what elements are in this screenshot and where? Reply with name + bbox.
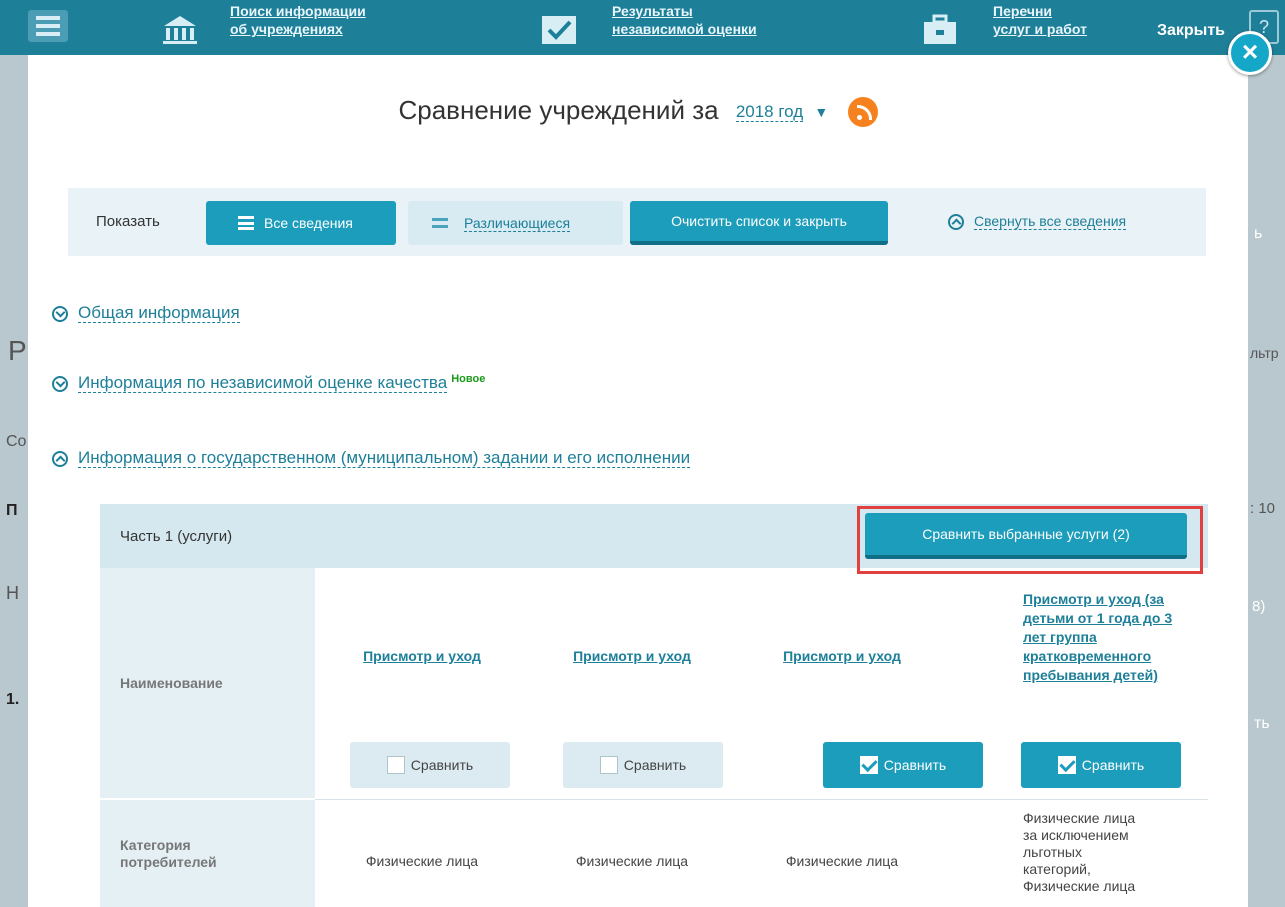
category-cell: Физические лица — [575, 853, 689, 869]
part-title: Часть 1 (услуги) — [120, 528, 233, 545]
background-text: ь — [1254, 225, 1263, 242]
table-row: Категория потребителей Физические лица Ф… — [100, 800, 1208, 907]
new-badge: Новое — [451, 373, 486, 385]
row-label: Категория потребителей — [100, 800, 315, 907]
background-text: : 10 — [1250, 500, 1276, 517]
background-text: 1. — [6, 691, 20, 708]
background-text: 8) — [1252, 598, 1266, 615]
section-independent-assessment[interactable]: Информация по независимой оценке качеств… — [52, 373, 485, 393]
chevron-down-circle-icon — [52, 305, 68, 322]
briefcase-icon — [920, 14, 960, 46]
compare-toggle[interactable]: Сравнить — [563, 742, 723, 788]
differing-button[interactable]: Различающиеся — [408, 201, 623, 245]
rss-icon[interactable] — [847, 97, 878, 128]
part-header: Часть 1 (услуги) Сравнить выбранные услу… — [100, 504, 1208, 574]
checkmark-icon — [540, 14, 580, 46]
category-cell: Физические лица за исключением льготных … — [1023, 810, 1136, 894]
compare-selected-services-button[interactable]: Сравнить выбранные услуги (2) — [865, 513, 1187, 559]
category-cell: Физические лица — [365, 853, 479, 869]
service-name-cell: Присмотр и уход — [332, 648, 512, 664]
background-text: П — [6, 502, 18, 519]
background-text: Co — [6, 433, 27, 450]
chevron-down-circle-icon — [52, 375, 68, 392]
chevron-up-circle-icon — [52, 450, 68, 467]
background-text: ть — [1254, 715, 1270, 732]
service-link[interactable]: Присмотр и уход — [363, 648, 481, 664]
category-cell: Физические лица — [785, 853, 899, 869]
table-row: Наименование Присмотр и уход Присмотр и … — [100, 568, 1208, 798]
columns-icon — [432, 218, 448, 228]
background-text: Н — [6, 583, 19, 603]
nav-link-search-institutions[interactable]: Поиск информации об учреждениях — [230, 2, 366, 38]
service-link[interactable]: Присмотр и уход (за детьми от 1 года до … — [1023, 590, 1208, 685]
nav-link-services-list[interactable]: Перечни услуг и работ — [993, 2, 1087, 38]
institution-icon — [160, 14, 200, 46]
chevron-down-icon[interactable]: ▼ — [814, 104, 828, 120]
year-selector[interactable]: 2018 год — [735, 102, 804, 123]
row-label: Наименование — [100, 568, 315, 798]
collapse-all-link[interactable]: Свернуть все сведения — [948, 213, 1127, 231]
background-text: Р — [8, 335, 27, 366]
all-info-button[interactable]: Все сведения — [206, 201, 396, 245]
service-name-cell: Присмотр и уход — [542, 648, 722, 664]
section-general-info[interactable]: Общая информация — [52, 303, 240, 323]
service-name-cell: Присмотр и уход — [752, 648, 932, 664]
service-name-cell: Присмотр и уход (за детьми от 1 года до … — [1023, 590, 1208, 685]
service-link[interactable]: Присмотр и уход — [783, 648, 901, 664]
compare-toggle[interactable]: Сравнить — [823, 742, 983, 788]
service-link[interactable]: Присмотр и уход — [573, 648, 691, 664]
checkbox-checked-icon — [1057, 756, 1076, 775]
compare-institutions-modal: Сравнение учреждений за 2018 год ▼ Показ… — [28, 55, 1248, 907]
compare-toggle[interactable]: Сравнить — [1021, 742, 1181, 788]
show-label: Показать — [96, 213, 160, 230]
close-link[interactable]: Закрыть — [1157, 22, 1225, 40]
nav-link-independent-assessment[interactable]: Результаты независимой оценки — [612, 2, 757, 38]
clear-list-and-close-button[interactable]: Очистить список и закрыть — [630, 201, 888, 245]
background-text: льтр — [1250, 345, 1279, 361]
close-icon[interactable]: × — [1228, 31, 1272, 75]
compare-toggle[interactable]: Сравнить — [350, 742, 510, 788]
checkbox-unchecked-icon — [599, 756, 618, 775]
checkbox-unchecked-icon — [386, 756, 405, 775]
top-navigation-bar: Поиск информации об учреждениях Результат… — [0, 0, 1285, 55]
list-icon — [238, 216, 254, 230]
modal-title: Сравнение учреждений за — [398, 95, 719, 125]
chevron-up-circle-icon — [948, 214, 964, 231]
modal-title-row: Сравнение учреждений за 2018 год ▼ — [28, 95, 1248, 128]
display-filter-bar: Показать Все сведения Различающиеся Очис… — [68, 188, 1206, 256]
hamburger-menu-icon[interactable] — [28, 10, 68, 42]
checkbox-checked-icon — [859, 756, 878, 775]
section-state-assignment[interactable]: Информация о государственном (муниципаль… — [52, 448, 691, 468]
